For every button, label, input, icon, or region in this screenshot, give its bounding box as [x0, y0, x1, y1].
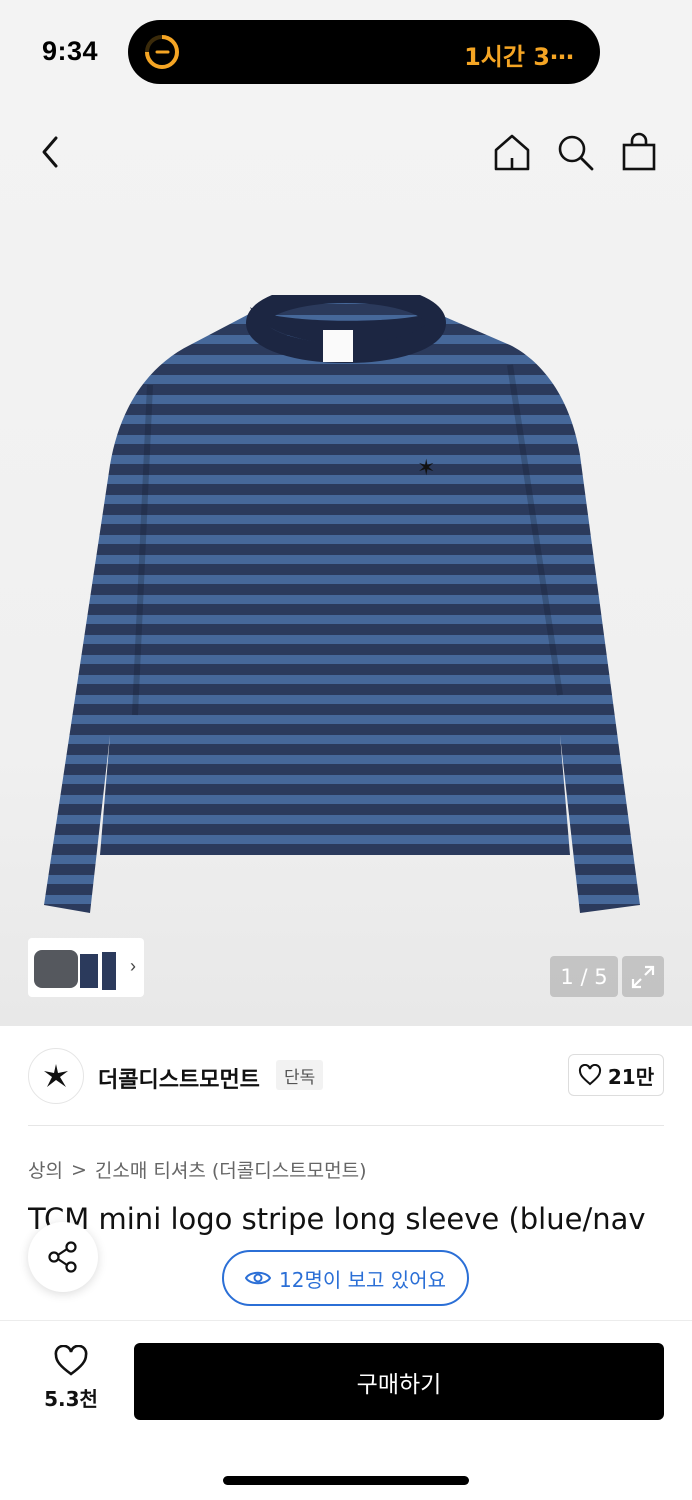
- viewers-text: 12명이 보고 있어요: [279, 1267, 446, 1292]
- expand-button[interactable]: [622, 956, 664, 997]
- share-icon: [48, 1241, 77, 1273]
- chevron-right-icon: ›: [130, 956, 136, 976]
- shopping-bag-icon: [622, 132, 656, 171]
- expand-icon: [631, 965, 655, 988]
- brand-name[interactable]: 더콜디스트모먼트: [98, 1062, 260, 1094]
- island-timer-text: 1시간 3⋯: [464, 43, 574, 71]
- back-button[interactable]: [28, 130, 72, 174]
- brand-row[interactable]: 더콜디스트모먼트 단독 21만: [28, 1046, 664, 1106]
- heart-icon: [54, 1345, 88, 1376]
- chevron-left-icon: [42, 136, 58, 168]
- heart-icon: [578, 1064, 601, 1086]
- wishlist-button[interactable]: 5.3천: [30, 1345, 112, 1417]
- divider: [28, 1125, 664, 1126]
- share-button[interactable]: [28, 1222, 98, 1292]
- product-image[interactable]: ✶: [40, 295, 652, 925]
- status-bar: 9:34 1시간 3⋯: [0, 0, 692, 100]
- brand-like-count: 21만: [607, 1064, 655, 1089]
- viewers-indicator: 12명이 보고 있어요: [222, 1250, 469, 1306]
- eye-icon: [245, 1271, 272, 1285]
- brand-like-button[interactable]: 21만: [568, 1054, 664, 1096]
- breadcrumb-separator: >: [70, 1158, 87, 1181]
- timer-icon: [145, 35, 179, 69]
- breadcrumb: 상의 > 긴소매 티셔츠 (더콜디스트모먼트): [28, 1156, 367, 1183]
- breadcrumb-subcategory[interactable]: 긴소매 티셔츠 (더콜디스트모먼트): [95, 1156, 367, 1183]
- star-logo-icon: [44, 1064, 68, 1087]
- wishlist-count: 5.3천: [44, 1387, 98, 1411]
- bottom-action-bar: 5.3천 구매하기: [0, 1320, 692, 1500]
- status-time: 9:34: [42, 36, 99, 66]
- home-indicator[interactable]: [223, 1476, 469, 1485]
- home-icon: [494, 134, 530, 171]
- brand-logo[interactable]: [28, 1048, 84, 1104]
- cart-button[interactable]: [617, 130, 661, 174]
- buy-button[interactable]: 구매하기: [134, 1343, 664, 1420]
- product-title: TCM mini logo stripe long sleeve (blue/n…: [28, 1202, 646, 1236]
- page-counter: 1 / 5: [550, 956, 618, 997]
- search-icon: [558, 135, 594, 171]
- search-button[interactable]: [553, 130, 597, 174]
- svg-text:✶: ✶: [417, 456, 435, 481]
- home-button[interactable]: [490, 130, 534, 174]
- dynamic-island[interactable]: 1시간 3⋯: [128, 20, 600, 84]
- thumbnail-strip[interactable]: ›: [28, 938, 144, 997]
- product-gallery[interactable]: ✶ › 1 / 5: [0, 100, 692, 1026]
- exclusive-badge: 단독: [276, 1060, 324, 1090]
- thumbnail-image: [34, 949, 116, 990]
- breadcrumb-category[interactable]: 상의: [28, 1156, 63, 1183]
